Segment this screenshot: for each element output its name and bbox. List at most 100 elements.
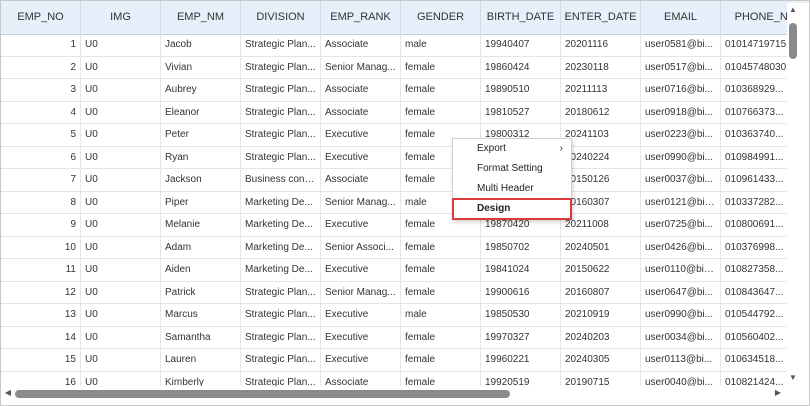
cell-email[interactable]: user0647@bi... (641, 281, 721, 304)
cell-birth-date[interactable]: 19970327 (481, 326, 561, 349)
cell-division[interactable]: Strategic Plan... (241, 326, 321, 349)
cell-division[interactable]: Business cons... (241, 169, 321, 191)
cell-enter-date[interactable]: 20211113 (561, 79, 641, 101)
cell-gender[interactable]: male (401, 34, 481, 56)
cell-img[interactable]: U0 (81, 304, 161, 326)
cell-img[interactable]: U0 (81, 146, 161, 169)
cell-emp-no[interactable]: 5 (1, 124, 81, 146)
cell-email[interactable]: user0517@bi... (641, 56, 721, 79)
cell-email[interactable]: user0426@bi... (641, 236, 721, 259)
cell-emp-rank[interactable]: Executive (321, 304, 401, 326)
cell-emp-nm[interactable]: Peter (161, 124, 241, 146)
cell-enter-date[interactable]: 20210919 (561, 304, 641, 326)
cell-enter-date[interactable]: 20150126 (561, 169, 641, 191)
cell-emp-nm[interactable]: Eleanor (161, 101, 241, 124)
cell-email[interactable]: user0110@bim... (641, 259, 721, 281)
cell-img[interactable]: U0 (81, 326, 161, 349)
cell-enter-date[interactable]: 20240224 (561, 146, 641, 169)
cell-img[interactable]: U0 (81, 79, 161, 101)
cell-gender[interactable]: female (401, 56, 481, 79)
table-row[interactable]: 15 U0 Lauren Strategic Plan... Executive fema… (1, 349, 809, 372)
cell-emp-no[interactable]: 9 (1, 214, 81, 236)
cell-enter-date[interactable]: 20240305 (561, 349, 641, 371)
table-row[interactable]: 9 U0 Melanie Marketing De... Executive female… (1, 214, 809, 237)
cell-email[interactable]: user0113@bi... (641, 349, 721, 371)
scroll-left-icon[interactable]: ◀ (3, 388, 13, 398)
cell-emp-no[interactable]: 14 (1, 326, 81, 349)
cell-division[interactable]: Strategic Plan... (241, 101, 321, 124)
cell-birth-date[interactable]: 19850702 (481, 236, 561, 259)
cell-enter-date[interactable]: 20241103 (561, 124, 641, 146)
cell-emp-nm[interactable]: Marcus (161, 304, 241, 326)
cell-division[interactable]: Strategic Plan... (241, 146, 321, 169)
column-header-emp-nm[interactable]: EMP_NM (161, 1, 241, 34)
cell-division[interactable]: Strategic Plan... (241, 304, 321, 326)
cell-email[interactable]: user0990@bi... (641, 146, 721, 169)
cell-email[interactable]: user0581@bi... (641, 34, 721, 56)
cell-division[interactable]: Marketing De... (241, 191, 321, 214)
cell-division[interactable]: Marketing De... (241, 259, 321, 281)
table-row[interactable]: 7 U0 Jackson Business cons... Associate femal… (1, 169, 809, 192)
cell-emp-nm[interactable]: Samantha (161, 326, 241, 349)
scroll-down-icon[interactable]: ▼ (788, 373, 798, 383)
cell-emp-nm[interactable]: Aubrey (161, 79, 241, 101)
menu-item-multi-header[interactable]: Multi Header (453, 179, 571, 199)
cell-gender[interactable]: female (401, 79, 481, 101)
cell-division[interactable]: Strategic Plan... (241, 34, 321, 56)
cell-birth-date[interactable]: 19940407 (481, 34, 561, 56)
cell-emp-no[interactable]: 4 (1, 101, 81, 124)
cell-email[interactable]: user0716@bi... (641, 79, 721, 101)
cell-enter-date[interactable]: 20211008 (561, 214, 641, 236)
cell-emp-no[interactable]: 6 (1, 146, 81, 169)
cell-img[interactable]: U0 (81, 124, 161, 146)
cell-birth-date[interactable]: 19810527 (481, 101, 561, 124)
cell-img[interactable]: U0 (81, 349, 161, 371)
cell-emp-rank[interactable]: Executive (321, 349, 401, 371)
cell-img[interactable]: U0 (81, 101, 161, 124)
cell-emp-no[interactable]: 3 (1, 79, 81, 101)
cell-enter-date[interactable]: 20240501 (561, 236, 641, 259)
cell-gender[interactable]: female (401, 349, 481, 371)
cell-gender[interactable]: female (401, 281, 481, 304)
scroll-up-icon[interactable]: ▲ (788, 5, 798, 15)
cell-enter-date[interactable]: 20240203 (561, 326, 641, 349)
cell-emp-nm[interactable]: Lauren (161, 349, 241, 371)
table-row[interactable]: 1 U0 Jacob Strategic Plan... Associate male 19… (1, 34, 809, 57)
cell-emp-no[interactable]: 15 (1, 349, 81, 371)
column-header-gender[interactable]: GENDER (401, 1, 481, 34)
cell-img[interactable]: U0 (81, 56, 161, 79)
cell-gender[interactable]: female (401, 101, 481, 124)
cell-emp-no[interactable]: 7 (1, 169, 81, 191)
cell-email[interactable]: user0725@bi... (641, 214, 721, 236)
table-row[interactable]: 4 U0 Eleanor Strategic Plan... Associate fema… (1, 101, 809, 124)
horizontal-scroll-thumb[interactable] (15, 390, 510, 398)
cell-img[interactable]: U0 (81, 169, 161, 191)
cell-email[interactable]: user0037@bi... (641, 169, 721, 191)
table-row[interactable]: 10 U0 Adam Marketing De... Senior Associ... f… (1, 236, 809, 259)
cell-emp-rank[interactable]: Senior Manag... (321, 281, 401, 304)
cell-birth-date[interactable]: 19900616 (481, 281, 561, 304)
cell-emp-nm[interactable]: Vivian (161, 56, 241, 79)
cell-emp-no[interactable]: 1 (1, 34, 81, 56)
cell-birth-date[interactable]: 19850530 (481, 304, 561, 326)
cell-email[interactable]: user0223@bi... (641, 124, 721, 146)
table-row[interactable]: 2 U0 Vivian Strategic Plan... Senior Manag..… (1, 56, 809, 79)
cell-emp-nm[interactable]: Piper (161, 191, 241, 214)
cell-emp-nm[interactable]: Adam (161, 236, 241, 259)
cell-emp-rank[interactable]: Senior Manag... (321, 191, 401, 214)
table-row[interactable]: 12 U0 Patrick Strategic Plan... Senior Manag… (1, 281, 809, 304)
column-header-birth-date[interactable]: BIRTH_DATE (481, 1, 561, 34)
cell-division[interactable]: Strategic Plan... (241, 56, 321, 79)
scroll-right-icon[interactable]: ▶ (773, 388, 783, 398)
cell-img[interactable]: U0 (81, 214, 161, 236)
table-row[interactable]: 13 U0 Marcus Strategic Plan... Executive male… (1, 304, 809, 327)
cell-emp-rank[interactable]: Associate (321, 79, 401, 101)
cell-img[interactable]: U0 (81, 34, 161, 56)
cell-enter-date[interactable]: 20150622 (561, 259, 641, 281)
vertical-scroll-thumb[interactable] (789, 23, 797, 59)
cell-birth-date[interactable]: 19841024 (481, 259, 561, 281)
cell-emp-nm[interactable]: Ryan (161, 146, 241, 169)
menu-item-format-setting[interactable]: Format Setting (453, 159, 571, 179)
cell-emp-rank[interactable]: Executive (321, 326, 401, 349)
cell-gender[interactable]: female (401, 259, 481, 281)
